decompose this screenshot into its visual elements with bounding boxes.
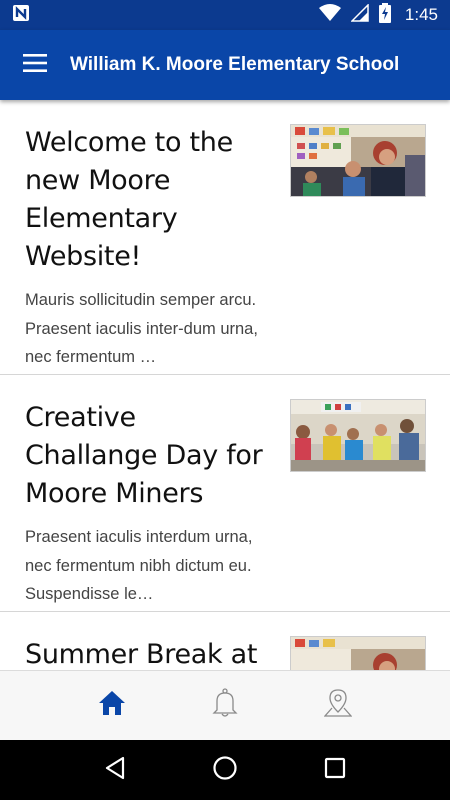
- bell-icon: [212, 688, 238, 723]
- status-bar-right: 1:45: [318, 2, 438, 28]
- recents-icon: [324, 757, 346, 784]
- article-card[interactable]: Welcome to the new Moore Elementary Webs…: [0, 100, 450, 375]
- status-time: 1:45: [404, 5, 438, 24]
- signal-icon: [350, 2, 369, 27]
- article-thumbnail: [290, 636, 426, 670]
- system-recents-button[interactable]: [305, 740, 365, 800]
- nav-home[interactable]: [56, 671, 169, 741]
- article-thumbnail: [290, 124, 426, 197]
- news-feed[interactable]: Welcome to the new Moore Elementary Webs…: [0, 100, 450, 670]
- map-pin-icon: [323, 688, 353, 723]
- article-title: Creative Challange Day for Moore Miners: [25, 402, 263, 509]
- article-card[interactable]: Creative Challange Day for Moore Miners …: [0, 375, 450, 612]
- app-title: William K. Moore Elementary School: [70, 54, 400, 75]
- system-home-button[interactable]: [195, 740, 255, 800]
- article-excerpt: Praesent iaculis interdum urna, nec ferm…: [25, 528, 253, 603]
- app-bar: William K. Moore Elementary School: [0, 30, 450, 100]
- status-bar: 1:45: [0, 0, 450, 30]
- nav-notifications[interactable]: [169, 671, 282, 741]
- menu-button[interactable]: [0, 30, 70, 100]
- status-bar-left: [12, 4, 319, 27]
- n-notification-icon: [12, 4, 30, 27]
- article-thumbnail: [290, 399, 426, 472]
- back-icon: [104, 756, 126, 785]
- home-icon: [98, 690, 126, 721]
- wifi-icon: [318, 3, 341, 27]
- system-back-button[interactable]: [85, 740, 145, 800]
- article-title: Summer Break at: [25, 639, 258, 670]
- bottom-navigation: [0, 670, 450, 740]
- system-navigation-bar: [0, 740, 450, 800]
- nav-location[interactable]: [282, 671, 395, 741]
- article-excerpt: Mauris sollicitudin semper arcu. Praesen…: [25, 291, 258, 366]
- hamburger-menu-icon: [23, 53, 47, 77]
- battery-charging-icon: [378, 2, 391, 28]
- home-circle-icon: [212, 755, 238, 786]
- article-title: Welcome to the new Moore Elementary Webs…: [25, 127, 233, 272]
- article-card[interactable]: Summer Break at: [0, 612, 450, 670]
